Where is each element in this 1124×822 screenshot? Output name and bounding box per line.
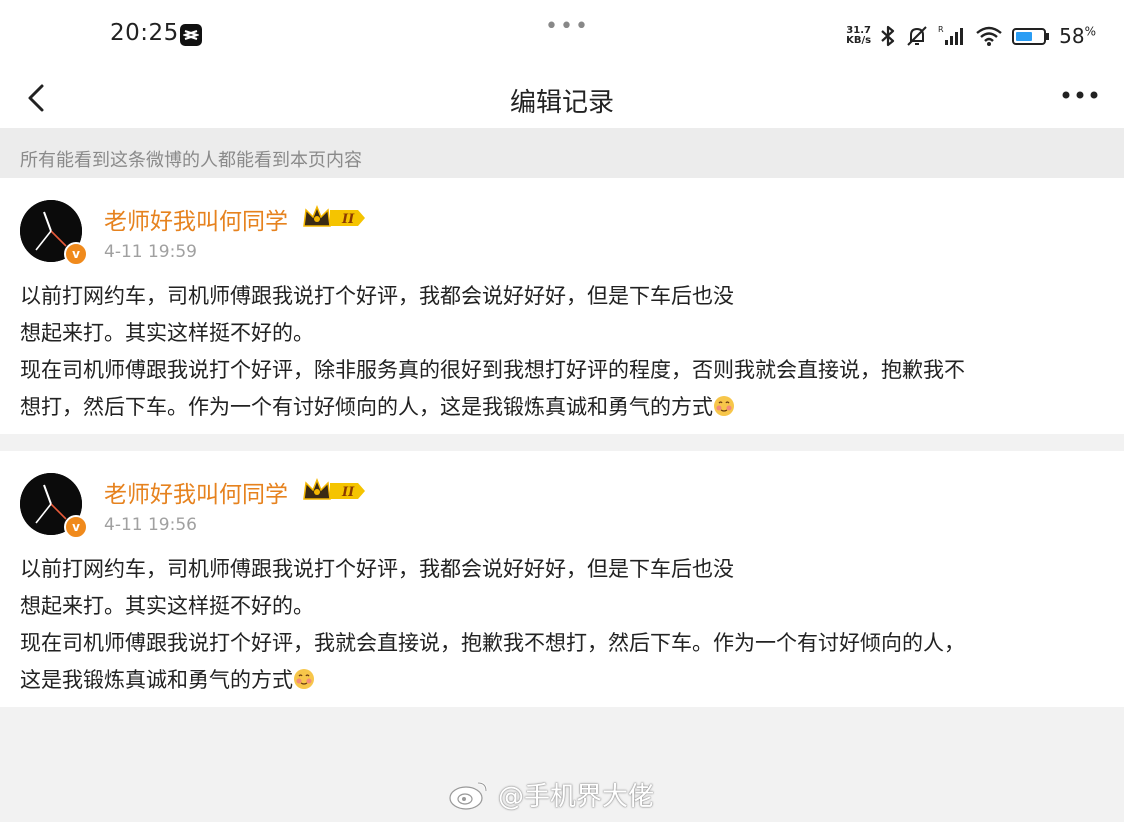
post-time: 4-11 19:59	[104, 242, 197, 262]
more-button[interactable]	[1060, 80, 1100, 110]
svg-text:R: R	[938, 25, 944, 34]
capcut-app-icon	[180, 24, 202, 46]
status-time: 20:25	[110, 20, 179, 46]
post-line: 现在司机师傅跟我说打个好评，我就会直接说，抱歉我不想打，然后下车。作为一个有讨好…	[20, 631, 965, 655]
edit-record-card: v 老师好我叫何同学 II 4-11 19:59 以前打网约车，司机师傅跟我说打…	[0, 178, 1124, 434]
post-line: 想起来打。其实这样挺不好的。	[20, 594, 314, 618]
post-content: 以前打网约车，司机师傅跟我说打个好评，我都会说好好好，但是下车后也没 想起来打。…	[20, 278, 1110, 426]
visibility-notice: 所有能看到这条微博的人都能看到本页内容	[0, 128, 1124, 178]
post-line-last: 想打，然后下车。作为一个有讨好倾向的人，这是我锻炼真诚和勇气的方式	[20, 389, 1110, 426]
post-content: 以前打网约车，司机师傅跟我说打个好评，我都会说好好好，但是下车后也没 想起来打。…	[20, 551, 1110, 699]
status-overflow-dots: •••	[545, 14, 590, 39]
watermark: @手机界大佬	[448, 774, 654, 814]
vip-level: II	[341, 212, 355, 227]
page-title: 编辑记录	[509, 88, 614, 118]
post-line: 以前打网约车，司机师傅跟我说打个好评，我都会说好好好，但是下车后也没	[20, 557, 734, 581]
post-line-last: 这是我锻炼真诚和勇气的方式	[20, 662, 1110, 699]
vip-badge[interactable]: II	[302, 204, 366, 236]
weibo-logo-icon	[449, 781, 488, 810]
username[interactable]: 老师好我叫何同学	[104, 475, 288, 509]
vip-level: II	[341, 485, 355, 500]
net-speed-indicator: 31.7 KB/s	[846, 26, 871, 46]
vip-badge[interactable]: II	[302, 477, 366, 509]
notice-text: 所有能看到这条微博的人都能看到本页内容	[20, 150, 362, 171]
verified-badge-icon: v	[64, 242, 88, 266]
avatar[interactable]: v	[20, 200, 88, 266]
wifi-icon	[976, 26, 1002, 46]
battery-percent-unit: %	[1084, 24, 1096, 39]
post-line: 这是我锻炼真诚和勇气的方式	[20, 668, 293, 692]
blush-emoji-icon	[714, 396, 734, 416]
mute-bell-icon	[907, 26, 927, 46]
battery-percent: 58%	[1059, 24, 1096, 48]
nav-bar: 编辑记录	[0, 70, 1124, 128]
bluetooth-icon	[881, 25, 895, 47]
blush-emoji-icon	[294, 669, 314, 689]
battery-icon	[1012, 28, 1050, 45]
more-dots-icon	[1062, 91, 1098, 99]
username[interactable]: 老师好我叫何同学	[104, 202, 288, 236]
verified-badge-icon: v	[64, 515, 88, 539]
post-line: 想起来打。其实这样挺不好的。	[20, 321, 314, 345]
post-time: 4-11 19:56	[104, 515, 197, 535]
avatar[interactable]: v	[20, 473, 88, 539]
post-line: 以前打网约车，司机师傅跟我说打个好评，我都会说好好好，但是下车后也没	[20, 284, 734, 308]
edit-record-card: v 老师好我叫何同学 II 4-11 19:56 以前打网约车，司机师傅跟我说打…	[0, 451, 1124, 707]
post-line: 想打，然后下车。作为一个有讨好倾向的人，这是我锻炼真诚和勇气的方式	[20, 395, 713, 419]
status-bar: 20:25 ••• 31.7 KB/s R 58%	[0, 0, 1124, 70]
post-line: 现在司机师傅跟我说打个好评，除非服务真的很好到我想打好评的程度，否则我就会直接说…	[20, 358, 965, 382]
watermark-text: @手机界大佬	[498, 781, 655, 812]
net-speed-unit: KB/s	[846, 35, 872, 46]
battery-percent-value: 58	[1059, 24, 1085, 48]
signal-icon: R	[938, 25, 964, 45]
